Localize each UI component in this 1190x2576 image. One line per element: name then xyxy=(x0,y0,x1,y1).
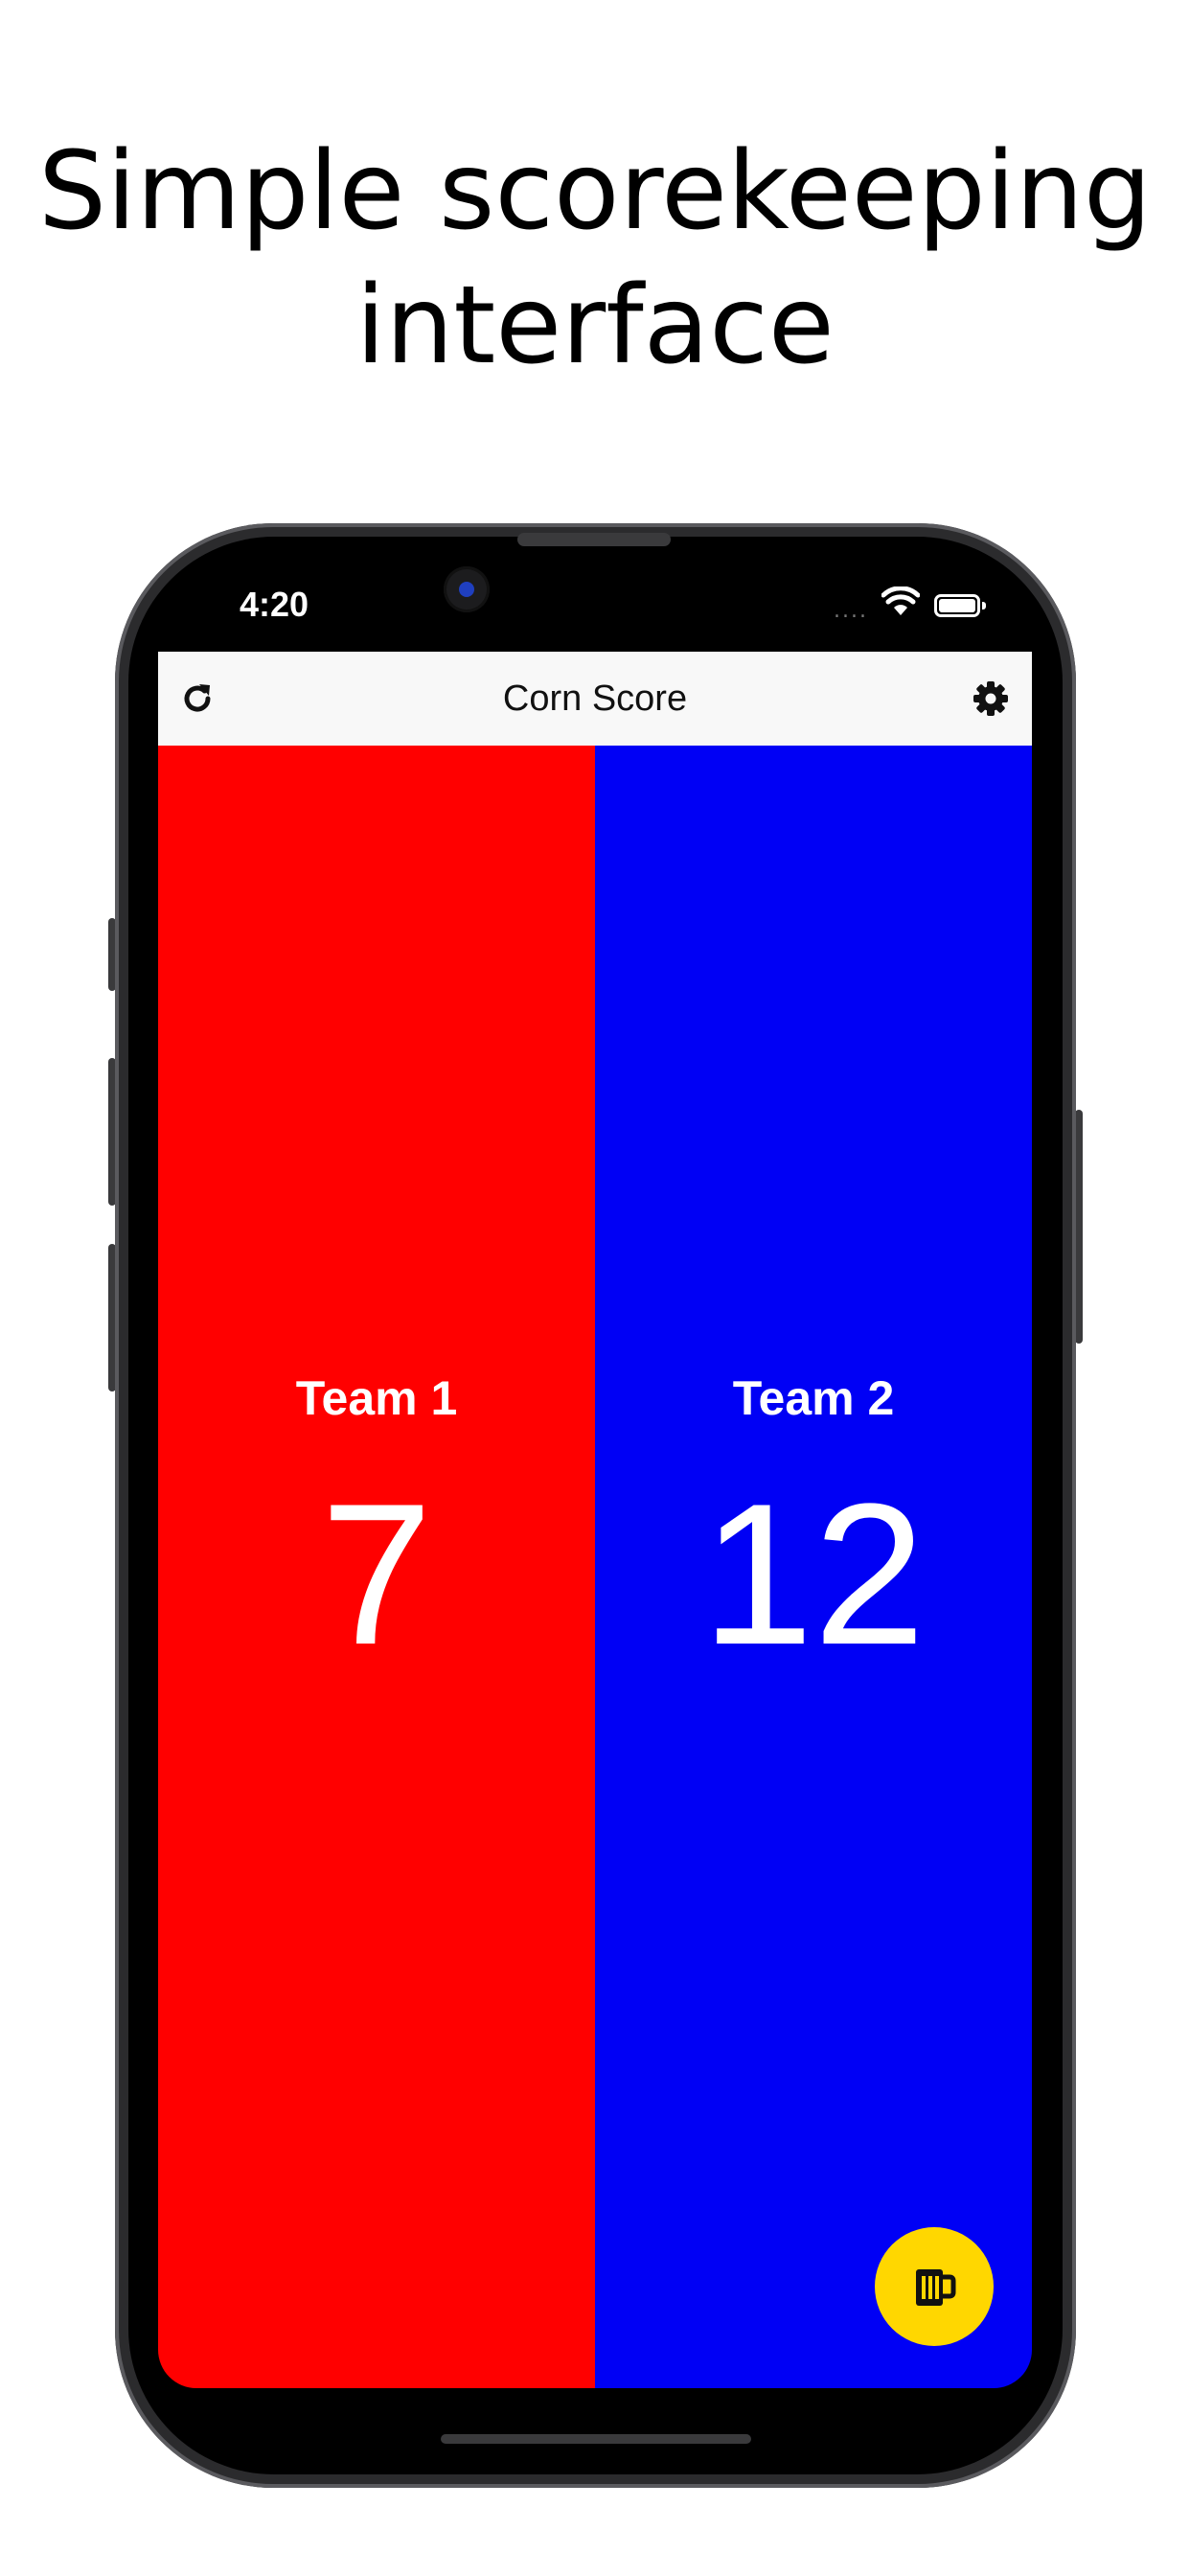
battery-icon xyxy=(934,594,986,617)
team-1-name: Team 1 xyxy=(295,1371,458,1425)
navigation-bar: Corn Score xyxy=(158,652,1032,746)
beer-mug-icon xyxy=(916,2269,956,2306)
gear-icon xyxy=(973,681,1008,716)
reset-button[interactable] xyxy=(173,675,221,723)
front-camera xyxy=(444,566,490,612)
settings-button[interactable] xyxy=(967,675,1015,723)
reset-icon xyxy=(184,684,211,712)
beer-button[interactable] xyxy=(875,2227,994,2346)
home-indicator[interactable] xyxy=(441,2434,751,2444)
headline-line-1: Simple scorekeeping xyxy=(38,129,1152,254)
team-2-name: Team 2 xyxy=(732,1371,895,1425)
power-button xyxy=(1075,1110,1083,1344)
cellular-signal-icon: .... xyxy=(834,599,868,623)
app-title: Corn Score xyxy=(502,678,688,719)
status-time: 4:20 xyxy=(240,585,309,624)
wifi-icon xyxy=(881,586,921,621)
team-1-panel[interactable]: Team 1 7 xyxy=(158,746,595,2388)
team-1-score: 7 xyxy=(320,1461,433,1687)
app-screen: Corn Score Team 1 7 Team 2 12 xyxy=(158,652,1032,2388)
team-2-panel[interactable]: Team 2 12 xyxy=(595,746,1032,2388)
promo-headline: Simple scorekeeping interface xyxy=(0,125,1190,393)
headline-line-2: interface xyxy=(355,264,835,388)
speaker-grille xyxy=(517,533,671,546)
team-2-score: 12 xyxy=(701,1461,926,1687)
